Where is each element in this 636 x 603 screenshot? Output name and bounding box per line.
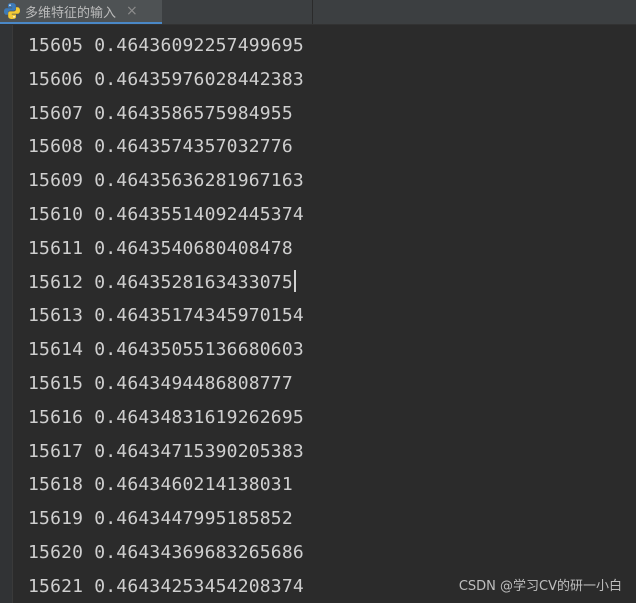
text-caret bbox=[293, 269, 296, 292]
console-line: 15605 0.46436092257499695 bbox=[28, 35, 304, 56]
console-line: 15606 0.46435976028442383 bbox=[28, 68, 304, 90]
console-output[interactable]: 15605 0.46436092257499695 15606 0.464359… bbox=[28, 33, 304, 603]
console-line: 15615 0.4643494486808777 bbox=[28, 372, 293, 394]
console-line-with-caret: 15612 0.4643528163433075 bbox=[28, 269, 304, 304]
console-line: 15609 0.46435636281967163 bbox=[28, 170, 304, 192]
console-line: 15617 0.46434715390205383 bbox=[28, 440, 304, 462]
console-line: 15613 0.46435174345970154 bbox=[28, 305, 304, 327]
close-icon[interactable]: × bbox=[126, 4, 138, 18]
console-line: 15620 0.46434369683265686 bbox=[28, 541, 304, 563]
console-gutter bbox=[0, 25, 12, 603]
tab-separator bbox=[312, 0, 313, 24]
console-line: 15608 0.4643574357032776 bbox=[28, 136, 293, 158]
console-line: 15621 0.46434253454208374 bbox=[28, 575, 304, 597]
editor-tab-bar: 多维特征的输入 × bbox=[0, 0, 636, 25]
console-line: 15619 0.4643447995185852 bbox=[28, 508, 293, 530]
python-file-icon bbox=[3, 2, 21, 20]
console-line-text: 15612 0.4643528163433075 bbox=[28, 271, 293, 293]
tab-title: 多维特征的输入 bbox=[25, 5, 117, 21]
console-line: 15614 0.46435055136680603 bbox=[28, 339, 304, 361]
console-line: 15618 0.4643460214138031 bbox=[28, 474, 293, 496]
ide-window: 多维特征的输入 × 15605 0.46436092257499695 1560… bbox=[0, 0, 636, 603]
tab-active-file[interactable]: 多维特征的输入 × bbox=[0, 0, 162, 24]
console-line: 15607 0.4643586575984955 bbox=[28, 102, 293, 124]
console-line: 15611 0.4643540680408478 bbox=[28, 237, 293, 259]
console-line: 15616 0.46434831619262695 bbox=[28, 406, 304, 428]
console-line: 15610 0.46435514092445374 bbox=[28, 203, 304, 225]
watermark: CSDN @学习CV的研一小白 bbox=[458, 579, 622, 594]
gutter-divider bbox=[12, 25, 13, 603]
